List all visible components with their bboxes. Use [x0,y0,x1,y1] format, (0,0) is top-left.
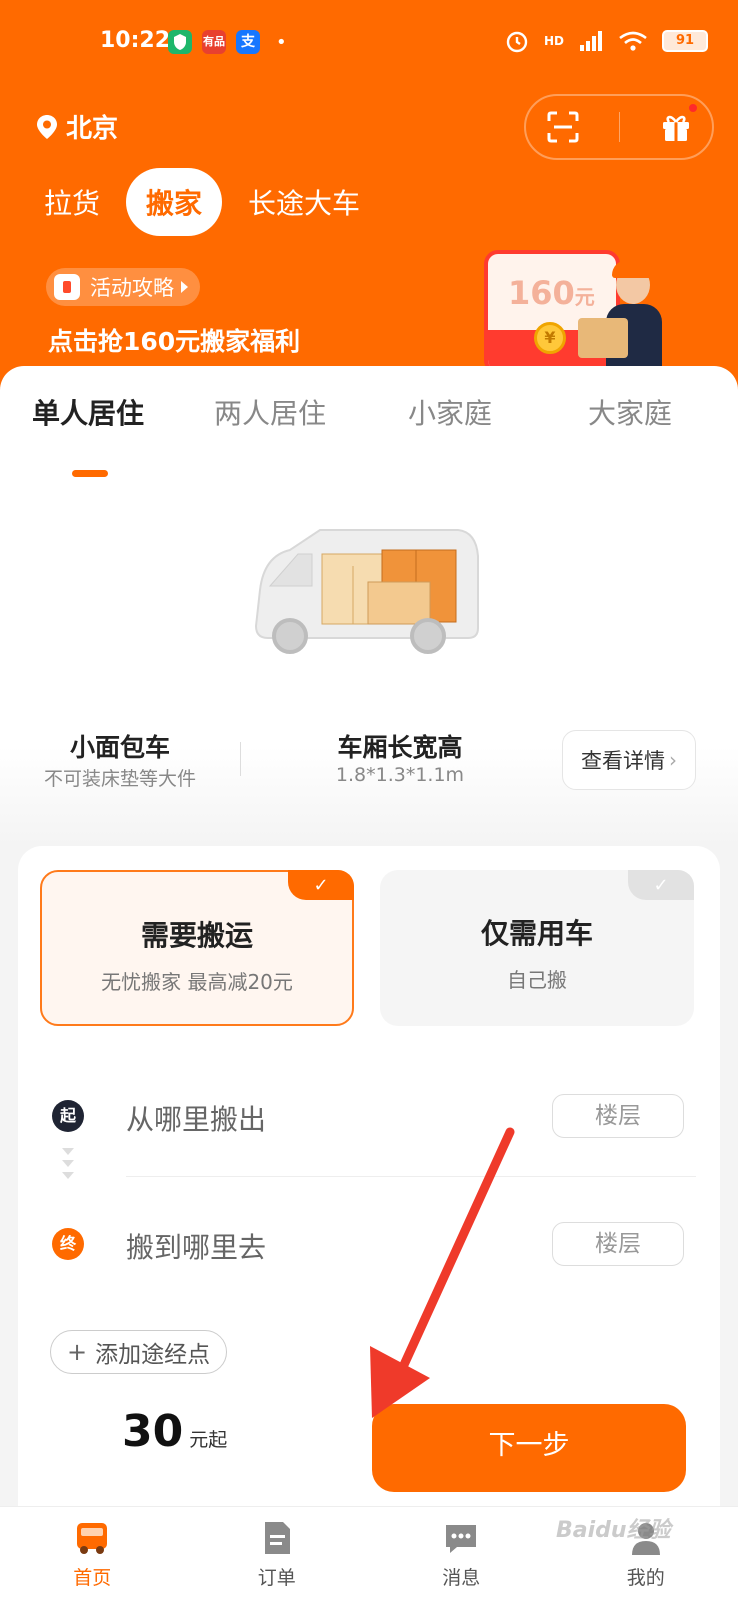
van-illustration [254,529,479,654]
status-right: HD 91 [504,28,708,54]
add-waypoint-button[interactable]: + 添加途经点 [50,1330,228,1374]
top-actions [524,94,714,160]
status-time: 10:22 [100,28,171,53]
tab-label: 订单 [257,1567,296,1589]
option-need-carry[interactable]: 需要搬运 无忧搬家 最高减20元 ✓ [40,870,354,1026]
truck-icon [77,1523,108,1554]
coupon-icon [54,274,80,300]
wifi-icon [619,31,647,51]
promo-guide-pill[interactable]: 活动攻略 [46,268,200,306]
view-details-label: 查看详情 [581,749,665,773]
promo-headline[interactable]: 点击抢160元搬家福利 [48,322,300,358]
tab-couple[interactable]: 两人居住 [214,392,326,432]
order-card: 需要搬运 无忧搬家 最高减20元 ✓ 仅需用车 自己搬 ✓ 起 从哪里搬出 楼层… [18,846,720,1546]
tab-banjia[interactable]: 搬家 [126,168,223,236]
vehicle-info: 小面包车 不可装床垫等大件 车厢长宽高 1.8*1.3*1.1m 查看详情 › [0,728,738,798]
vehicle-info-divider [240,742,241,776]
cargo-dims-value: 1.8*1.3*1.1m [335,764,465,786]
price-estimate: 30 元起 [122,1406,227,1457]
location-pin-icon [37,114,57,139]
view-details-button[interactable]: 查看详情 › [562,730,696,790]
check-icon: ✓ [628,870,694,900]
network-label: HD [543,34,564,48]
youpin-app-icon: 有品 [202,30,226,54]
price-unit: 元起 [189,1429,228,1451]
promo-guide-label: 活动攻略 [90,276,174,300]
mascot-box [578,318,628,358]
gift-icon[interactable] [659,102,699,144]
option-title: 仅需用车 [480,917,593,950]
tab-lahuo[interactable]: 拉货 [24,168,120,236]
tab-big-family[interactable]: 大家庭 [588,392,672,432]
add-waypoint-label: 添加途经点 [95,1342,211,1368]
shield-app-icon [168,30,192,54]
option-subtitle: 无忧搬家 最高减20元 [101,970,293,994]
to-address-input[interactable]: 搬到哪里去 [126,1226,266,1266]
to-address-row[interactable]: 终 搬到哪里去 楼层 [18,1214,720,1274]
red-packet-amount-value: 160 [508,274,575,312]
battery-indicator: 91 [662,30,708,52]
cargo-dims-title: 车厢长宽高 [337,733,463,762]
tab-single[interactable]: 单人居住 [32,392,144,432]
vehicle-note: 不可装床垫等大件 [43,768,196,790]
from-floor-button[interactable]: 楼层 [552,1094,684,1138]
header: 10:22 有品 支 • HD 91 北京 拉货 搬家 长途大车 活动攻略 点击… [0,0,738,420]
city-selector[interactable]: 北京 [36,108,118,145]
alarm-icon [506,31,528,53]
tab-home[interactable]: 首页 [0,1507,185,1600]
next-step-button[interactable]: 下一步 [372,1404,686,1492]
tab-label: 消息 [442,1567,481,1589]
tab-small-family[interactable]: 小家庭 [408,392,492,432]
baidu-watermark: Baidu经验 [556,1518,671,1543]
mover-mascot [578,258,664,368]
tab-label: 首页 [73,1567,112,1589]
active-tab-underline [72,470,108,477]
tab-label: 我的 [626,1567,665,1589]
route-connector [62,1148,74,1204]
price-amount: 30 [122,1406,184,1457]
play-arrow-icon [181,281,188,293]
alipay-app-icon: 支 [236,30,260,54]
to-floor-button[interactable]: 楼层 [552,1222,684,1266]
scan-icon[interactable] [546,110,580,144]
red-packet-amount: 160元 [508,274,595,312]
check-icon: ✓ [288,870,354,900]
coin-icon: ¥ [534,322,566,354]
status-bar: 10:22 有品 支 • HD 91 [0,0,738,90]
gift-badge-dot [686,102,699,114]
option-vehicle-only[interactable]: 仅需用车 自己搬 ✓ [380,870,694,1026]
red-packet-amount-unit: 元 [574,285,595,309]
tab-messages[interactable]: 消息 [369,1507,554,1600]
option-subtitle: 自己搬 [507,968,567,992]
actions-divider [618,112,620,142]
chat-icon [446,1525,477,1553]
plus-icon: + [67,1338,88,1366]
address-divider [126,1176,696,1177]
household-tabs: 单人居住 两人居住 小家庭 大家庭 [0,392,738,477]
service-tabs: 拉货 搬家 长途大车 [24,168,380,236]
from-address-row[interactable]: 起 从哪里搬出 楼层 [18,1086,720,1146]
chevron-right-icon: › [669,748,677,772]
option-title: 需要搬运 [140,919,253,952]
tab-long-haul[interactable]: 长途大车 [228,168,380,236]
end-badge: 终 [52,1228,84,1260]
notification-dot: • [276,32,287,53]
from-address-input[interactable]: 从哪里搬出 [126,1098,266,1138]
vehicle-name: 小面包车 [69,733,170,762]
start-badge: 起 [52,1100,84,1132]
signal-icon [580,31,602,51]
tab-orders[interactable]: 订单 [185,1507,370,1600]
mascot-cap [612,260,654,278]
document-icon [264,1522,290,1554]
city-name: 北京 [66,114,119,144]
